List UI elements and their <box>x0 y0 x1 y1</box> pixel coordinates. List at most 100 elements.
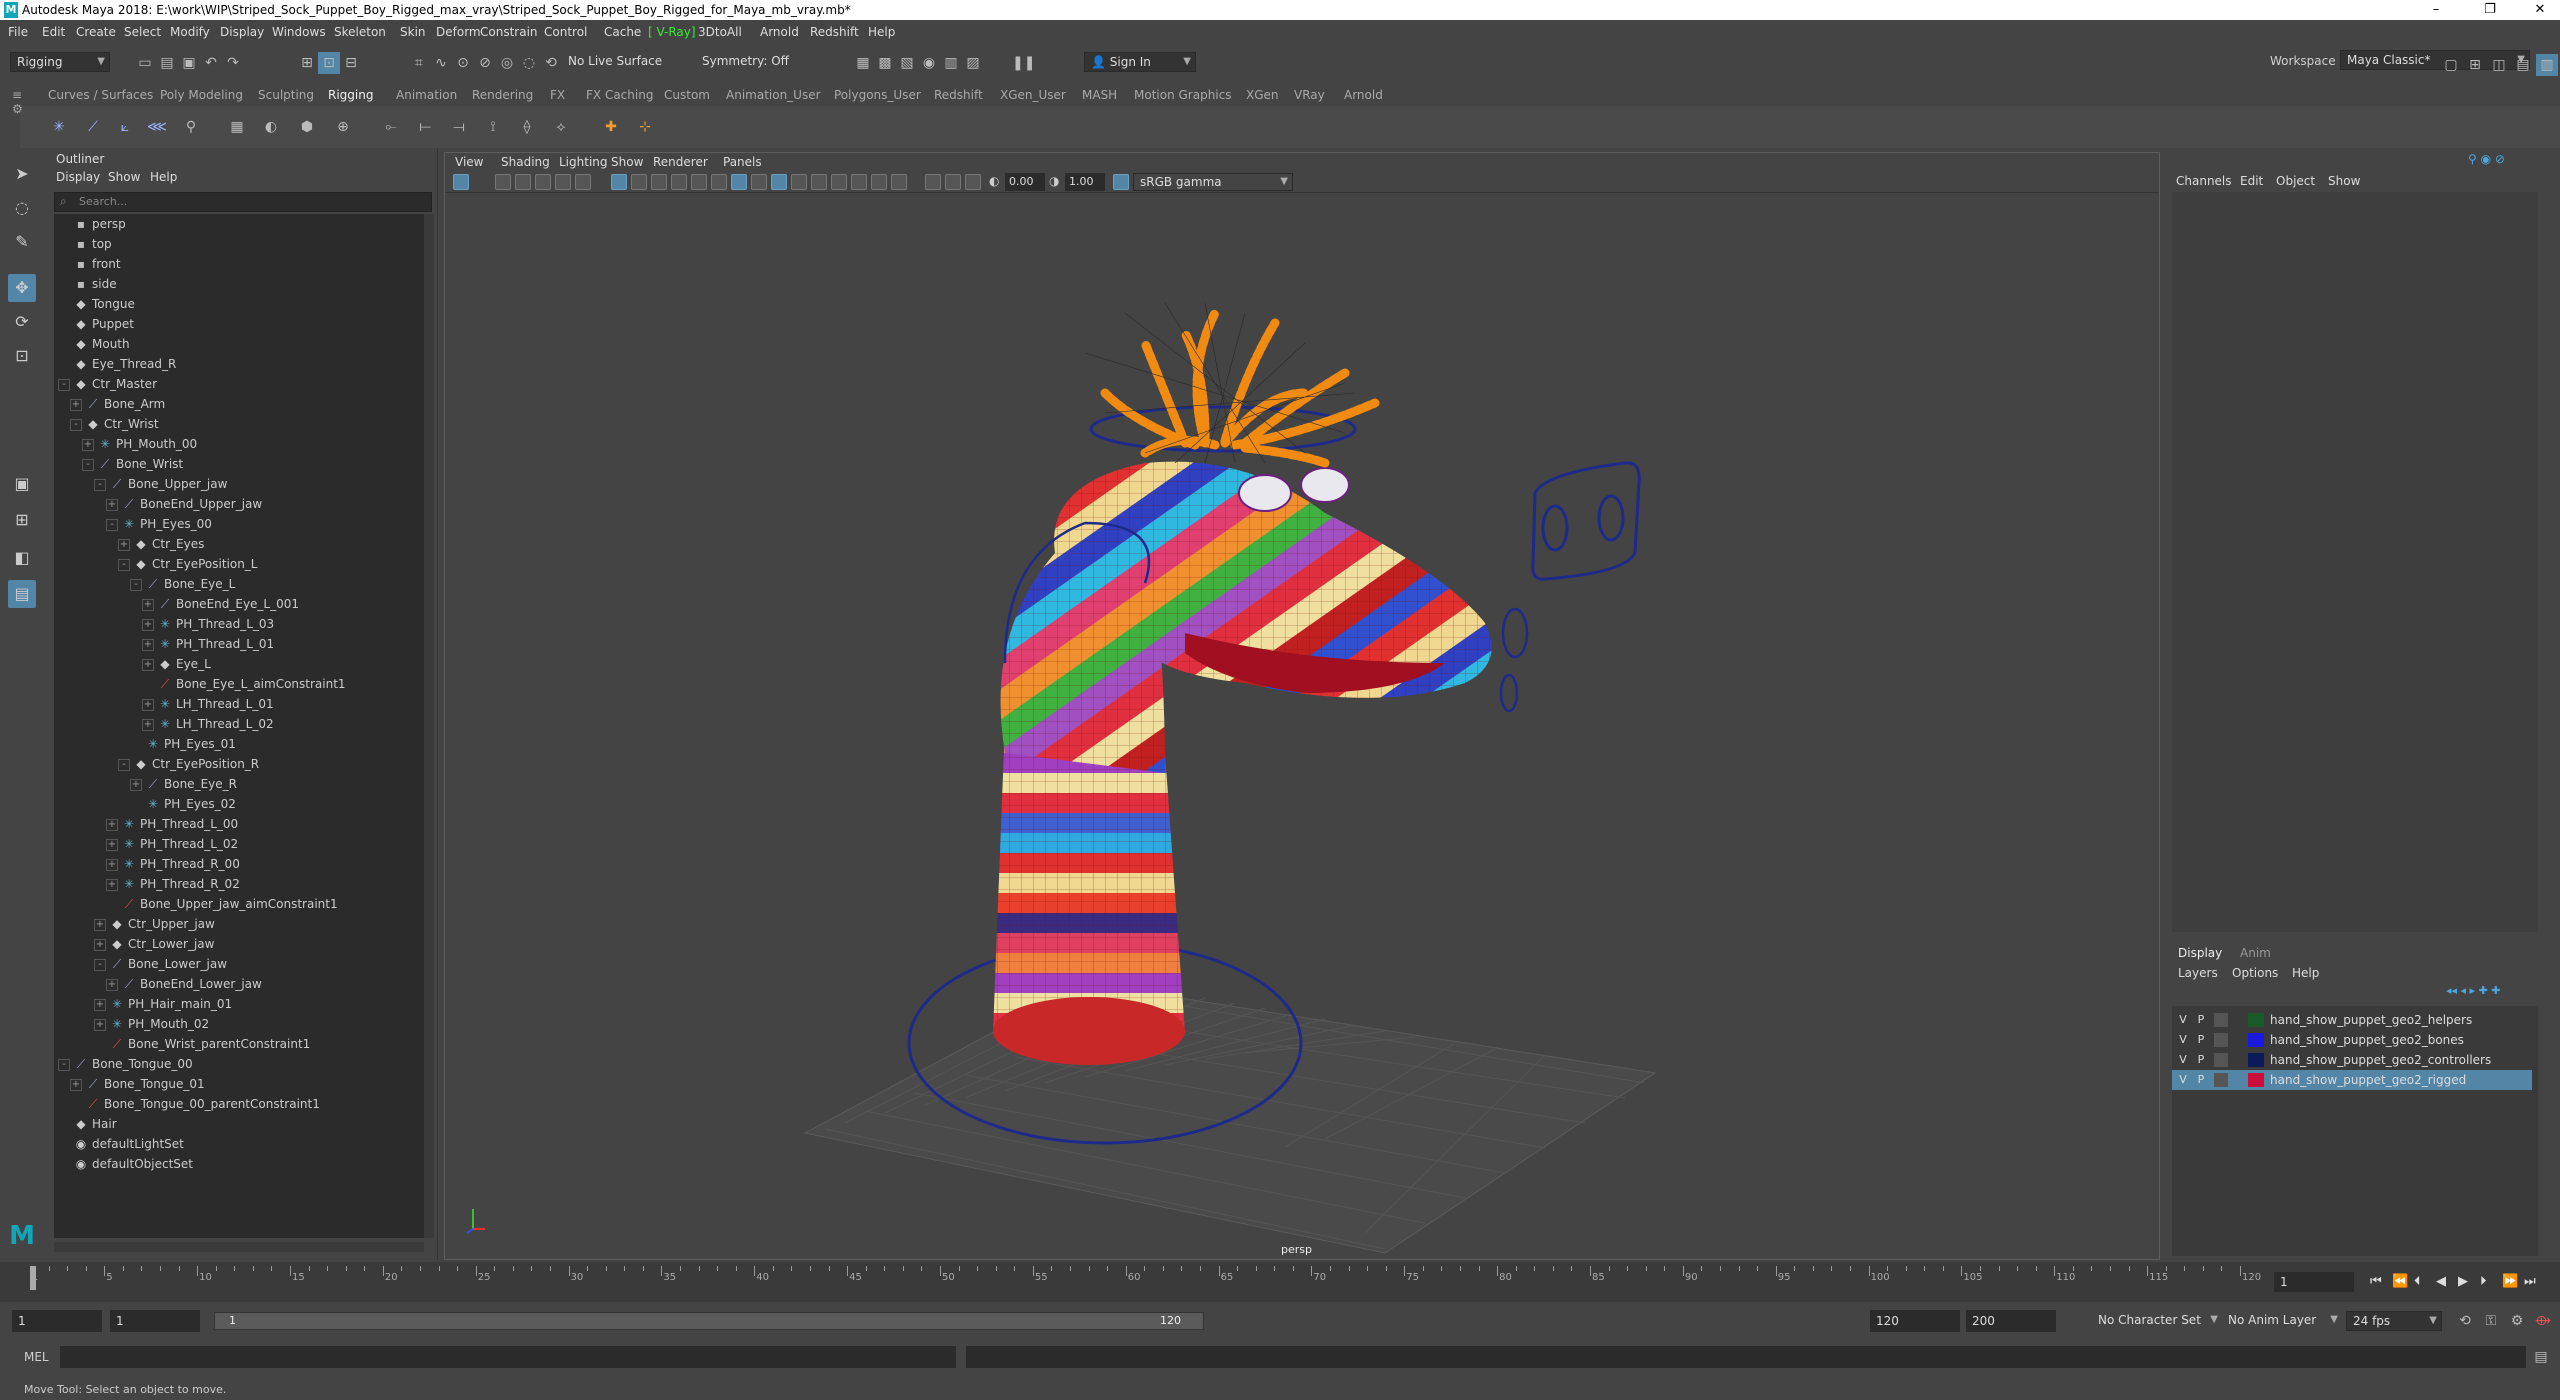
field-chart-icon[interactable] <box>945 174 961 190</box>
outliner-item[interactable]: +◆Puppet <box>58 314 134 334</box>
select-component-icon[interactable]: ⊟ <box>340 52 362 74</box>
edit-menu[interactable]: Edit <box>2240 174 2263 188</box>
anim-prefs-icon[interactable]: ⚙ <box>2506 1310 2528 1332</box>
step-forward-key-icon[interactable]: ⏩ <box>2502 1272 2518 1292</box>
use-all-lights-icon[interactable] <box>691 174 707 190</box>
menu-control[interactable]: Control <box>544 20 587 44</box>
menu-create[interactable]: Create <box>76 20 116 44</box>
outliner-search-input[interactable]: Search... <box>54 192 432 212</box>
shelf-tab-custom[interactable]: Custom <box>664 84 710 106</box>
layers-menu[interactable]: Layers <box>2178 966 2218 980</box>
outliner-item[interactable]: +⟋Bone_Tongue_00_parentConstraint1 <box>70 1094 320 1114</box>
pole-vector-icon[interactable]: ⟡ <box>550 116 572 138</box>
outliner-item[interactable]: + ◆ Ctr_Upper_jaw <box>94 914 215 934</box>
outliner-vertical-scrollbar[interactable] <box>424 214 434 1238</box>
menu-skin[interactable]: Skin <box>400 20 426 44</box>
snap-live-icon[interactable]: ◌ <box>518 52 540 74</box>
lasso-tool-icon[interactable]: ◌ <box>8 194 36 222</box>
ik-spline-icon[interactable]: ⟀ <box>114 116 136 138</box>
shelf-tab-rigging[interactable]: Rigging <box>328 84 373 106</box>
collapse-icon[interactable]: - <box>70 418 82 431</box>
backface-culling-icon[interactable] <box>871 174 887 190</box>
save-scene-icon[interactable]: ▣ <box>178 52 200 74</box>
play-forward-icon[interactable]: ▶ <box>2458 1272 2468 1292</box>
show-menu[interactable]: Show <box>2328 174 2360 188</box>
side-tab-strip[interactable] <box>2542 148 2560 1260</box>
outliner-item[interactable]: + ⟋ Bone_Tongue_01 <box>70 1074 205 1094</box>
current-time-marker[interactable] <box>30 1266 36 1290</box>
image-plane-icon[interactable] <box>535 174 551 190</box>
viewport-menu-shading[interactable]: Shading <box>501 155 550 169</box>
shelf-tab-xgen-user[interactable]: XGen_User <box>1000 84 1066 106</box>
layout-outliner-icon[interactable]: ▤ <box>2512 54 2534 76</box>
outliner-item[interactable]: - ⟋ Bone_Upper_jaw <box>94 474 227 494</box>
loop-icon[interactable]: ⟲ <box>2454 1310 2476 1332</box>
menu-constrain[interactable]: Constrain <box>480 20 538 44</box>
layer-type-toggle[interactable] <box>2214 1053 2228 1067</box>
layer-visibility-toggle[interactable]: V <box>2176 1070 2190 1090</box>
outliner-item[interactable]: + ⟋ BoneEnd_Eye_L_001 <box>142 594 299 614</box>
outliner-item[interactable]: + ✳ PH_Hair_main_01 <box>94 994 232 1014</box>
motion-blur-icon[interactable] <box>751 174 767 190</box>
layer-color-swatch[interactable] <box>2248 1013 2264 1027</box>
expand-icon[interactable]: + <box>142 698 154 711</box>
outliner-item[interactable]: - ⟋ Bone_Tongue_00 <box>58 1054 193 1074</box>
lattice-icon[interactable]: ⬢ <box>296 116 318 138</box>
menu-display[interactable]: Display <box>220 20 264 44</box>
outliner-item[interactable]: +⟋Bone_Upper_jaw_aimConstraint1 <box>106 894 338 914</box>
viewport-menu-renderer[interactable]: Renderer <box>653 155 708 169</box>
single-perspective-icon[interactable]: ▣ <box>8 470 36 498</box>
select-object-icon[interactable]: ⊡ <box>318 52 340 74</box>
outliner-item[interactable]: +✳PH_Eyes_02 <box>130 794 236 814</box>
perspective-viewport[interactable]: View Shading Lighting Show Renderer Panels ◐ … <box>444 152 2160 1260</box>
outliner-item[interactable]: + ✳ PH_Thread_R_02 <box>106 874 240 894</box>
expand-icon[interactable]: + <box>130 778 142 791</box>
outliner-item[interactable]: + ✳ PH_Thread_L_02 <box>106 834 238 854</box>
outliner-item[interactable]: - ◆ Ctr_Master <box>58 374 157 394</box>
channels-menu[interactable]: Channels <box>2176 174 2232 188</box>
expand-icon[interactable]: + <box>106 878 118 891</box>
shelf-tab-animation[interactable]: Animation <box>396 84 457 106</box>
outliner-item[interactable]: + ✳ LH_Thread_L_02 <box>142 714 274 734</box>
step-back-frame-icon[interactable]: ⏴ <box>2414 1272 2421 1292</box>
snap-curve-icon[interactable]: ∿ <box>430 52 452 74</box>
outliner-item[interactable]: + ⟋ BoneEnd_Upper_jaw <box>106 494 262 514</box>
expand-icon[interactable]: + <box>106 838 118 851</box>
layout-single-icon[interactable]: ▢ <box>2440 54 2462 76</box>
four-view-icon[interactable]: ⊞ <box>8 506 36 534</box>
shelf-tab-redshift[interactable]: Redshift <box>934 84 983 106</box>
outliner-item[interactable]: +⟋Bone_Eye_L_aimConstraint1 <box>142 674 346 694</box>
aim-constraint-icon[interactable]: ⟠ <box>516 116 538 138</box>
scale-constraint-icon[interactable]: ⟟ <box>482 116 504 138</box>
outliner-item[interactable]: - ⟋ Bone_Eye_L <box>130 574 235 594</box>
expand-icon[interactable]: + <box>142 618 154 631</box>
textured-icon[interactable] <box>671 174 687 190</box>
step-forward-frame-icon[interactable]: ⏵ <box>2480 1272 2487 1292</box>
layer-tab-display[interactable]: Display <box>2178 946 2222 960</box>
outliner-item[interactable]: - ◆ Ctr_EyePosition_L <box>118 554 258 574</box>
shelf-tab-mash[interactable]: MASH <box>1082 84 1117 106</box>
expand-icon[interactable]: + <box>82 438 94 451</box>
display-layer-row[interactable]: V Phand_show_puppet_geo2_helpers <box>2172 1010 2532 1030</box>
select-tool-icon[interactable]: ➤ <box>8 160 36 188</box>
expand-icon[interactable]: + <box>142 638 154 651</box>
menu-arnold[interactable]: Arnold <box>760 20 799 44</box>
live-surface-field[interactable]: No Live Surface <box>562 52 672 72</box>
display-layer-row[interactable]: V Phand_show_puppet_geo2_controllers <box>2172 1050 2532 1070</box>
menu-modify[interactable]: Modify <box>170 20 210 44</box>
resolution-gate-icon[interactable] <box>891 174 907 190</box>
shelf-tab-rendering[interactable]: Rendering <box>472 84 533 106</box>
fps-dropdown[interactable]: 24 fps ▼ <box>2346 1311 2442 1331</box>
restore-icon[interactable]: ❐ <box>2470 0 2510 20</box>
render-settings-icon[interactable]: ◉ <box>918 52 940 74</box>
shelf-tab-curves-surfaces[interactable]: Curves / Surfaces <box>48 84 153 106</box>
animation-start-field[interactable]: 1 <box>12 1310 102 1332</box>
outliner-item[interactable]: +◉defaultObjectSet <box>58 1154 193 1174</box>
layer-playback-toggle[interactable]: P <box>2194 1030 2208 1050</box>
outliner-item[interactable]: - ⟋ Bone_Lower_jaw <box>94 954 227 974</box>
redo-icon[interactable]: ↷ <box>222 52 244 74</box>
snap-grid-icon[interactable]: ⌗ <box>408 52 430 74</box>
exposure-field[interactable]: 0.00 <box>1005 173 1045 191</box>
outliner-menu-display[interactable]: Display <box>56 170 100 184</box>
command-input[interactable] <box>60 1346 956 1368</box>
